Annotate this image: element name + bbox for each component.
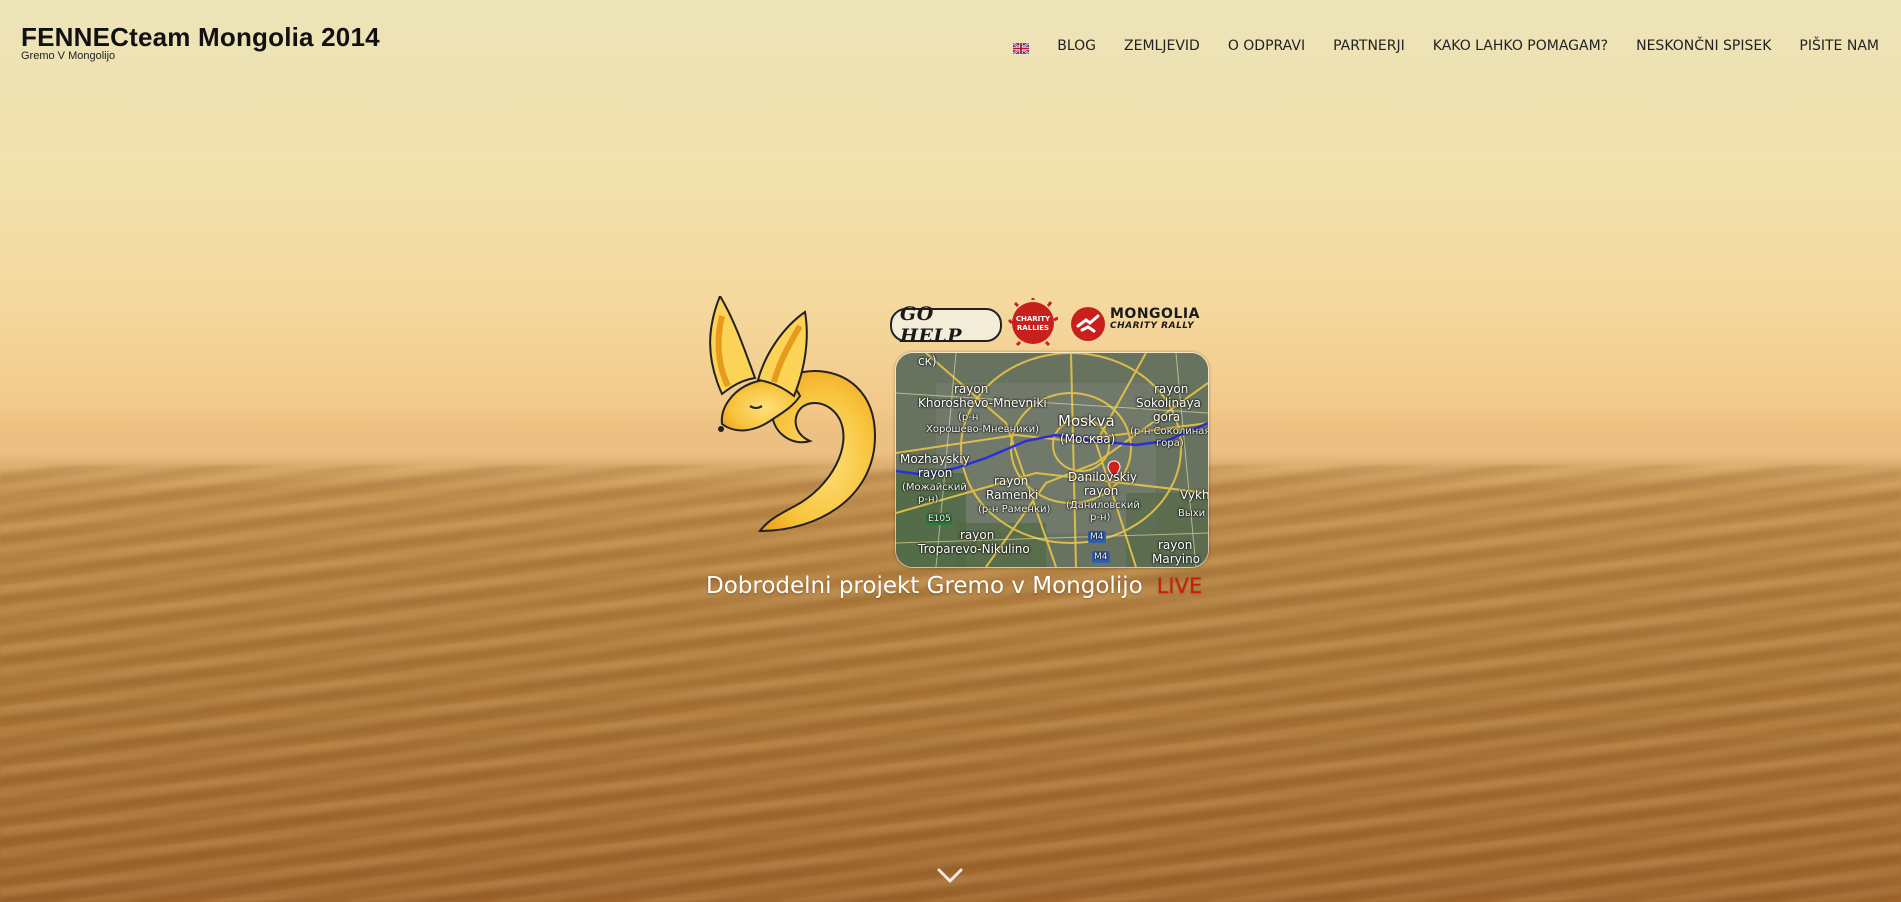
nav-pisite-nam[interactable]: PIŠITE NAM	[1799, 38, 1879, 54]
map-label: M4	[1090, 532, 1104, 542]
map-label: (Москва)	[1060, 432, 1116, 446]
nav-blog[interactable]: BLOG	[1057, 38, 1096, 54]
charity-rallies-logo[interactable]: CHARITY RALLIES	[1008, 298, 1058, 348]
map-label: Troparevo-Nikulino	[918, 542, 1030, 556]
uk-flag-icon[interactable]	[1012, 41, 1030, 55]
map-label: rayon	[1158, 538, 1193, 552]
chevron-down-icon[interactable]	[935, 866, 965, 886]
map-label: M4	[1094, 552, 1108, 562]
hero-title-text: Dobrodelni projekt Gremo v Mongolijo	[706, 573, 1143, 599]
nav-neskoncni-spisek[interactable]: NESKONČNI SPISEK	[1636, 38, 1771, 54]
map-label: Danilovskiy	[1068, 470, 1137, 484]
nav-zemljevid[interactable]: ZEMLJEVID	[1124, 38, 1200, 54]
map-label: rayon	[954, 382, 989, 396]
map-label: Maryino	[1152, 552, 1201, 566]
svg-text:CHARITY: CHARITY	[1016, 315, 1051, 323]
map-label: gora	[1153, 410, 1181, 424]
map-label: rayon	[1084, 484, 1119, 498]
map-label: Ramenki	[986, 488, 1039, 502]
map-label: ск)	[918, 354, 937, 368]
main-nav: BLOG ZEMLJEVID O ODPRAVI PARTNERJI KAKO …	[1012, 38, 1879, 55]
map-label: р-н)	[918, 494, 939, 505]
map-label: Выхи	[1178, 508, 1206, 519]
gohelp-logo[interactable]: GO HELP	[890, 303, 1002, 347]
map-label: rayon	[960, 528, 995, 542]
map-label: гора)	[1156, 438, 1184, 449]
sponsor-logos: GO HELP CHARITY RALLIES MONGOLIA CHARITY…	[890, 298, 1200, 350]
mongolia-charity-rally-logo[interactable]: MONGOLIA CHARITY RALLY	[1070, 304, 1200, 344]
map-label: rayon	[1154, 382, 1189, 396]
nav-o-odpravi[interactable]: O ODPRAVI	[1228, 38, 1305, 54]
map-label: Хорошево-Мневники)	[926, 424, 1040, 435]
nav-kako-lahko-pomagam[interactable]: KAKO LAHKO POMAGAM?	[1433, 38, 1608, 54]
map-label: (р-н Раменки)	[978, 504, 1051, 515]
fennec-fox-logo	[700, 293, 885, 536]
map-label: rayon	[918, 466, 953, 480]
map-label: rayon	[994, 474, 1029, 488]
map-label: Khoroshevo-Mnevniki	[918, 396, 1047, 410]
map-label: Mozhayskiy	[900, 452, 970, 466]
hero-title: Dobrodelni projekt Gremo v Mongolijo LIVE	[706, 573, 1202, 599]
map-label: р-н)	[1090, 512, 1111, 523]
nav-partnerji[interactable]: PARTNERJI	[1333, 38, 1405, 54]
brand[interactable]: FENNECteam Mongolia 2014 Gremo V Mongoli…	[21, 22, 380, 62]
map-label: Moskva	[1058, 412, 1115, 430]
live-badge[interactable]: LIVE	[1157, 574, 1203, 598]
svg-text:RALLIES: RALLIES	[1017, 324, 1049, 332]
site-title[interactable]: FENNECteam Mongolia 2014	[21, 22, 380, 52]
live-map[interactable]: ск) rayon Khoroshevo-Mnevniki (р-н Хорош…	[895, 352, 1209, 568]
map-label: Sokolinaya	[1136, 396, 1201, 410]
map-label: Vykh	[1180, 488, 1209, 502]
map-label: E105	[928, 514, 951, 524]
